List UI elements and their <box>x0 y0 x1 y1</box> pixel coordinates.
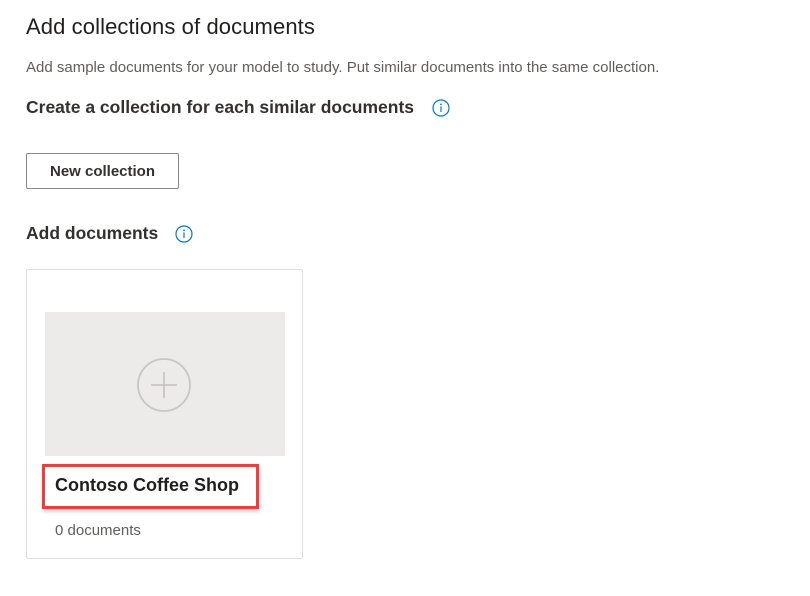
page-description: Add sample documents for your model to s… <box>26 59 660 76</box>
page-title: Add collections of documents <box>26 14 315 39</box>
documents-section-heading: Add documents <box>26 223 193 244</box>
collection-card-preview[interactable] <box>45 312 285 456</box>
collection-card[interactable]: Contoso Coffee Shop 0 documents <box>26 269 303 559</box>
collections-section-heading: Create a collection for each similar doc… <box>26 97 450 118</box>
documents-heading-text: Add documents <box>26 223 159 243</box>
info-icon[interactable] <box>175 224 193 243</box>
collection-name: Contoso Coffee Shop <box>55 475 239 495</box>
collection-document-count: 0 documents <box>55 522 141 539</box>
add-circle-icon[interactable] <box>136 357 192 413</box>
collections-heading-text: Create a collection for each similar doc… <box>26 97 415 117</box>
new-collection-button[interactable]: New collection <box>26 153 179 189</box>
info-icon[interactable] <box>432 98 450 117</box>
